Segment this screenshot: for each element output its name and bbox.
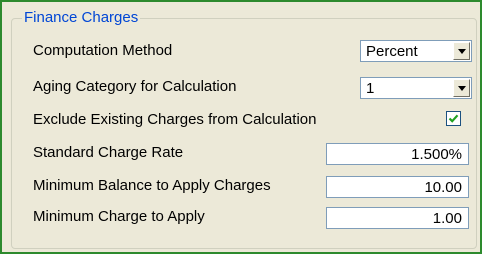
checkmark-icon (448, 114, 459, 123)
computation-method-dropdown-button[interactable] (453, 42, 470, 60)
aging-category-dropdown-button[interactable] (453, 79, 470, 97)
standard-charge-rate-label: Standard Charge Rate (33, 144, 184, 161)
minimum-charge-label: Minimum Charge to Apply (33, 208, 205, 225)
minimum-balance-label: Minimum Balance to Apply Charges (33, 177, 271, 194)
chevron-down-icon (458, 86, 466, 91)
aging-category-value: 1 (366, 80, 375, 97)
exclude-existing-checkbox[interactable] (446, 111, 461, 126)
groupbox-title: Finance Charges (22, 9, 141, 27)
chevron-down-icon (458, 49, 466, 54)
minimum-charge-input[interactable]: 1.00 (326, 207, 469, 229)
finance-charges-panel: Finance Charges Computation Method Perce… (0, 0, 482, 254)
standard-charge-rate-value: 1.500% (411, 146, 462, 163)
minimum-balance-value: 10.00 (424, 179, 462, 196)
computation-method-select[interactable]: Percent (360, 40, 472, 62)
minimum-balance-input[interactable]: 10.00 (326, 176, 469, 198)
aging-category-label: Aging Category for Calculation (33, 78, 237, 95)
exclude-existing-label: Exclude Existing Charges from Calculatio… (33, 111, 317, 128)
computation-method-label: Computation Method (33, 42, 173, 59)
minimum-charge-value: 1.00 (432, 210, 462, 227)
aging-category-select[interactable]: 1 (360, 77, 472, 99)
standard-charge-rate-input[interactable]: 1.500% (326, 143, 469, 165)
computation-method-value: Percent (366, 43, 418, 60)
